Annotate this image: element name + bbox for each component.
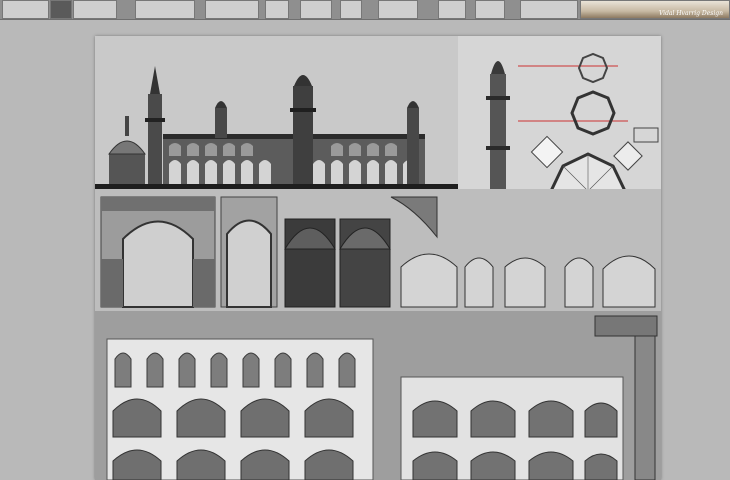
thumbnail-sheet-7[interactable] (300, 0, 332, 19)
arcade-facades-drawing (106, 315, 658, 480)
thumbnail-sheet-4[interactable] (135, 0, 195, 19)
drawing-sheet (95, 36, 661, 480)
arcade-facades-panel (95, 311, 661, 480)
thumbnail-sheet-10[interactable] (438, 0, 466, 19)
thumbnail-sheet-8[interactable] (340, 0, 362, 19)
thumbnail-sheet-13[interactable]: Vidal Hvarrig Design (580, 0, 730, 19)
photo-caption: Vidal Hvarrig Design (658, 10, 723, 17)
palace-elevation-panel (95, 36, 458, 189)
thumbnail-sheet-9[interactable] (378, 0, 418, 19)
arch-details-drawing (100, 196, 656, 308)
arch-details-panel (95, 189, 661, 311)
thumbnail-sheet-1[interactable] (2, 0, 49, 19)
thumbnail-sheet-2[interactable] (50, 0, 72, 19)
thumbnail-strip: Vidal Hvarrig Design (0, 0, 730, 20)
thumbnail-sheet-5[interactable] (205, 0, 259, 19)
thumbnail-sheet-3[interactable] (73, 0, 117, 19)
thumbnail-sheet-6[interactable] (265, 0, 289, 19)
thumbnail-sheet-11[interactable] (475, 0, 505, 19)
thumbnail-sheet-12[interactable] (520, 0, 578, 19)
palace-elevation-drawing (95, 66, 458, 189)
